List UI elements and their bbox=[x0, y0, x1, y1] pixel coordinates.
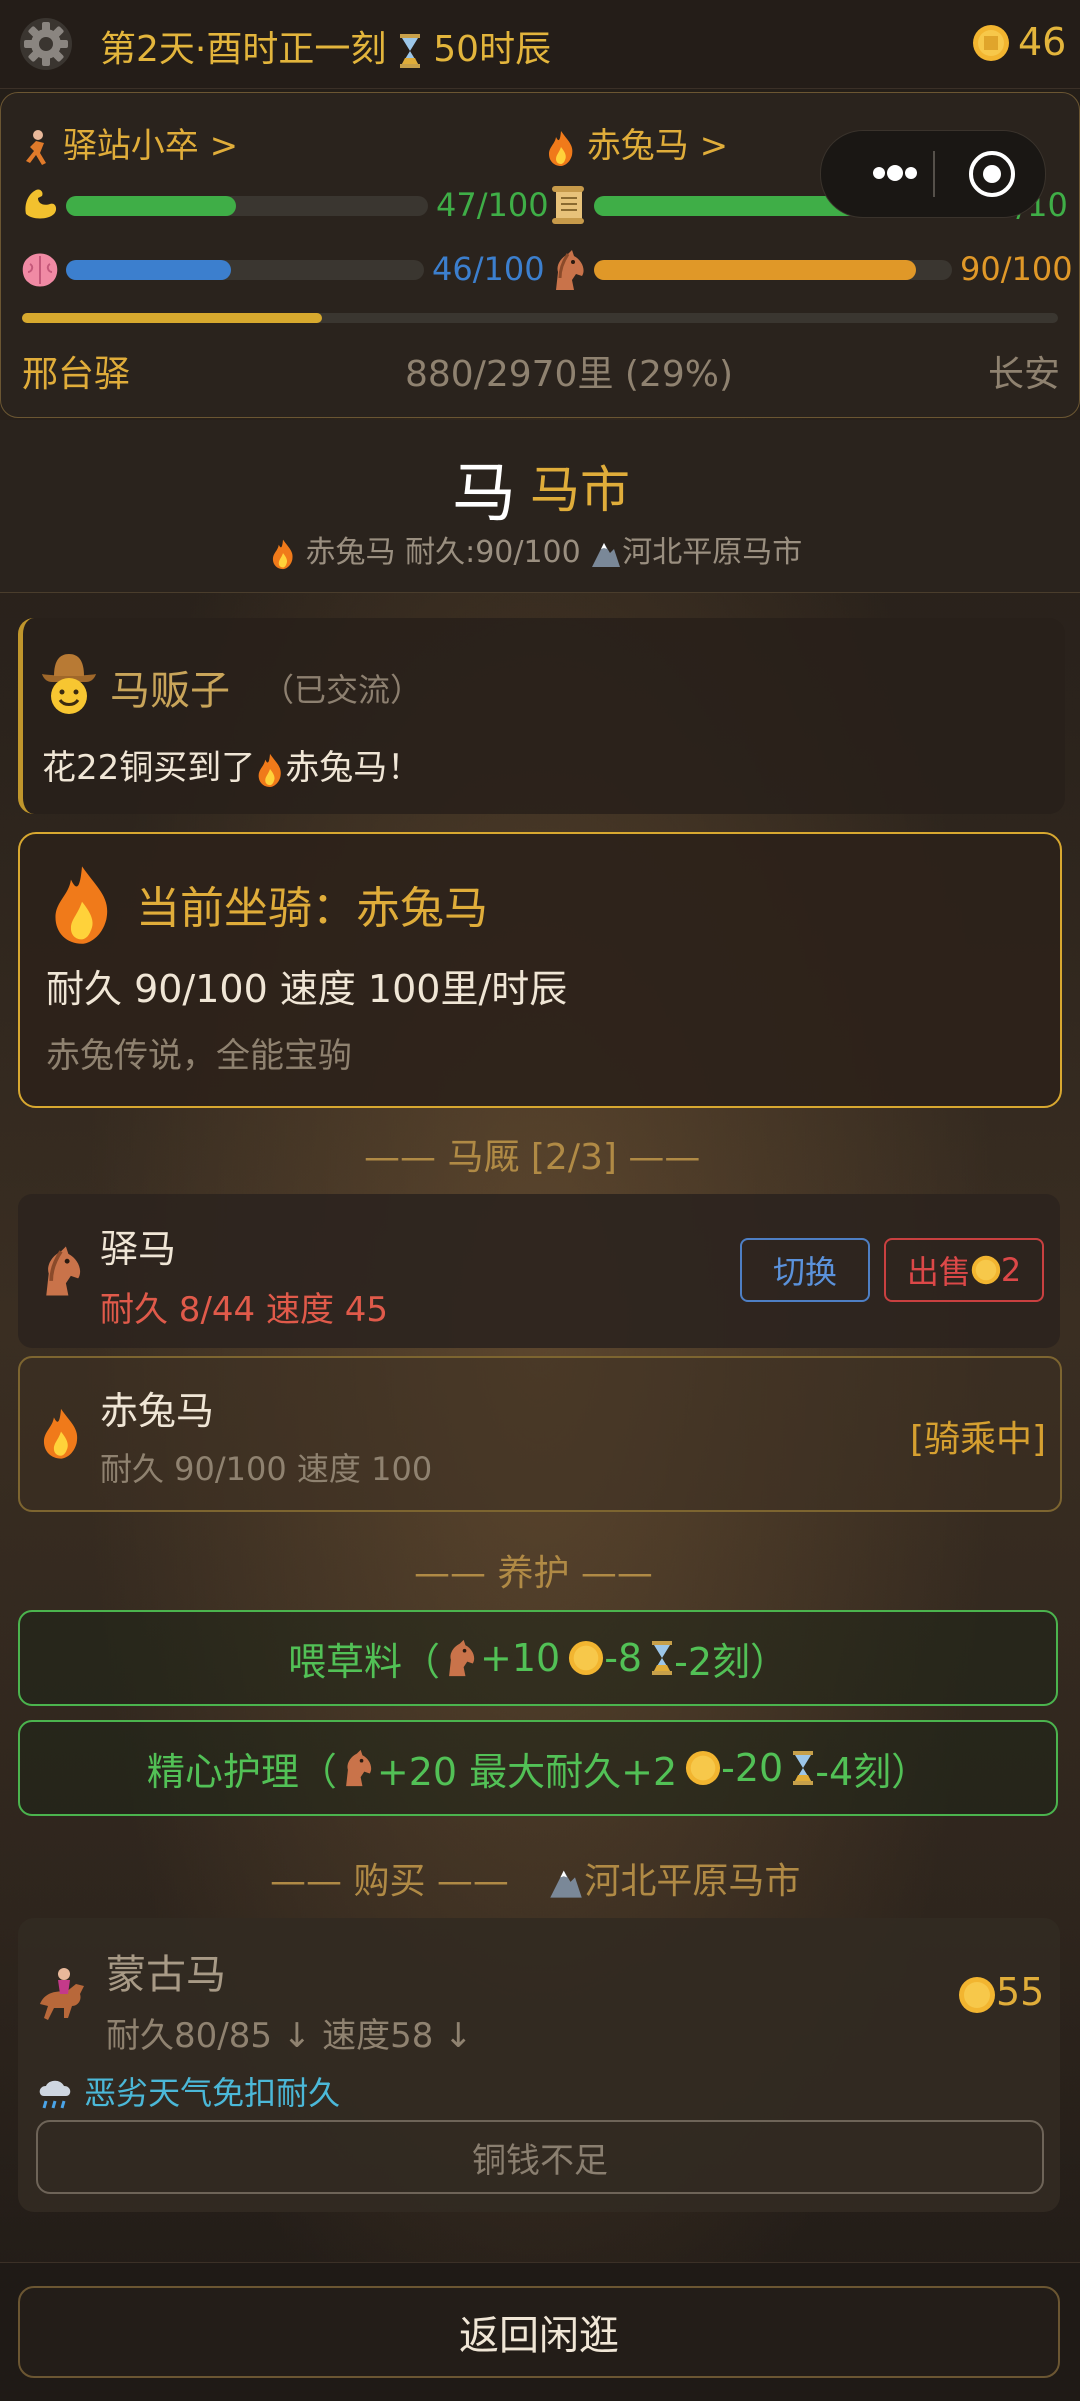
hourglass-icon bbox=[399, 34, 420, 68]
game-time-label: 第2天·酉时正一刻 50时辰 bbox=[100, 20, 551, 72]
switch-horse-button[interactable]: 切换 bbox=[740, 1238, 870, 1302]
route-destination: 长安 bbox=[988, 354, 1061, 395]
buy-horse-stats: 耐久80/85 ↓ 速度58 ↓ bbox=[106, 2016, 473, 2056]
stable-header: —— 马厩 [2/3] —— bbox=[364, 1137, 701, 1178]
market-subtitle: 赤兔马 耐久:90/100 河北平原马市 bbox=[270, 527, 802, 571]
dealer-message: 花22铜买到了 赤兔马！ bbox=[42, 748, 422, 788]
current-mount-stats: 耐久 90/100 速度 100里/时辰 bbox=[46, 967, 568, 1011]
horse-stamina-bar bbox=[594, 260, 952, 280]
horse-head-icon bbox=[46, 1246, 81, 1296]
coin-icon bbox=[569, 1640, 604, 1676]
care-header: —— 养护 —— bbox=[414, 1553, 653, 1594]
fire-icon bbox=[258, 753, 282, 787]
fire-icon bbox=[55, 866, 108, 944]
rain-cloud-icon bbox=[39, 2080, 71, 2109]
coin-icon bbox=[959, 1976, 995, 2013]
mini-program-capsule bbox=[820, 130, 1046, 218]
horse-head-icon bbox=[449, 1639, 475, 1677]
coin-icon bbox=[971, 1255, 1001, 1285]
mountain-icon bbox=[592, 542, 621, 567]
stable-horse-stats: 耐久 8/44 速度 45 bbox=[100, 1290, 389, 1330]
feed-hay-button[interactable]: 喂草料（ +10 -8 -2刻） bbox=[18, 1610, 1058, 1706]
back-to-wander-button[interactable]: 返回闲逛 bbox=[18, 2286, 1060, 2378]
coin-icon bbox=[973, 25, 1009, 61]
buy-horse-button[interactable]: 铜钱不足 bbox=[36, 2120, 1044, 2194]
fire-icon bbox=[272, 539, 293, 569]
horse-head-icon bbox=[345, 1749, 372, 1787]
stable-horse-name: 驿马 bbox=[100, 1227, 177, 1271]
dealer-status: （已交流） bbox=[262, 671, 423, 709]
character-link[interactable]: 驿站小卒 > bbox=[22, 118, 238, 167]
groom-horse-button[interactable]: 精心护理（ +20 最大耐久+2 -20 -4刻） bbox=[18, 1720, 1058, 1816]
mind-fill bbox=[66, 260, 231, 280]
mind-value: 46/100 bbox=[432, 250, 545, 288]
horse-stamina-fill bbox=[594, 260, 917, 280]
horse-head-icon bbox=[556, 250, 584, 290]
stable-horse-name: 赤兔马 bbox=[100, 1389, 215, 1433]
cowboy-face-icon bbox=[42, 654, 96, 714]
running-person-icon bbox=[26, 129, 46, 165]
horse-stamina-value: 90/100 bbox=[960, 250, 1073, 288]
brain-icon bbox=[22, 253, 58, 287]
strength-fill bbox=[66, 196, 237, 216]
day-time: 第2天·酉时正一刻 bbox=[100, 29, 387, 70]
dealer-name: 马贩子 bbox=[110, 668, 230, 714]
buy-header: —— 购买 —— 河北平原马市 bbox=[270, 1861, 801, 1902]
riding-status: [骑乘中] bbox=[910, 1419, 1047, 1460]
market-icon-char: 马 bbox=[452, 457, 516, 531]
market-title: 马市 bbox=[530, 461, 630, 519]
more-icon[interactable] bbox=[865, 153, 925, 193]
strength-value: 47/100 bbox=[436, 186, 549, 224]
scroll-icon bbox=[552, 186, 584, 224]
mind-bar bbox=[66, 260, 424, 280]
buy-horse-name: 蒙古马 bbox=[106, 1952, 226, 1998]
route-progress-bar bbox=[22, 313, 1058, 323]
current-mount-title: 当前坐骑：赤兔马 bbox=[136, 883, 488, 934]
route-distance: 880/2970里 (29%) bbox=[405, 354, 734, 395]
stable-horse-stats: 耐久 90/100 速度 100 bbox=[100, 1450, 433, 1488]
coin-count: 46 bbox=[1018, 20, 1067, 64]
horse-racing-icon bbox=[40, 1968, 84, 2020]
hours-remaining: 50时辰 bbox=[433, 29, 552, 70]
close-miniprogram-icon[interactable] bbox=[967, 149, 1017, 199]
current-mount-desc: 赤兔传说，全能宝驹 bbox=[46, 1036, 352, 1076]
coin-icon bbox=[686, 1750, 721, 1786]
sell-horse-button[interactable]: 出售 2 bbox=[884, 1238, 1044, 1302]
capsule-divider bbox=[933, 151, 935, 197]
hourglass-icon bbox=[793, 1751, 814, 1785]
fire-icon bbox=[43, 1408, 78, 1459]
route-progress-fill bbox=[22, 313, 323, 323]
fire-icon bbox=[549, 130, 573, 166]
buy-horse-price: 55 bbox=[958, 1970, 1044, 2014]
muscle-icon bbox=[25, 189, 57, 219]
route-origin: 邢台驿 bbox=[22, 354, 131, 395]
strength-bar bbox=[66, 196, 428, 216]
buy-horse-perk: 恶劣天气免扣耐久 bbox=[36, 2068, 340, 2114]
horse-link[interactable]: 赤兔马 > bbox=[546, 118, 728, 167]
mountain-icon bbox=[550, 1870, 583, 1898]
settings-gear-icon[interactable] bbox=[18, 16, 74, 72]
hourglass-icon bbox=[652, 1641, 673, 1675]
